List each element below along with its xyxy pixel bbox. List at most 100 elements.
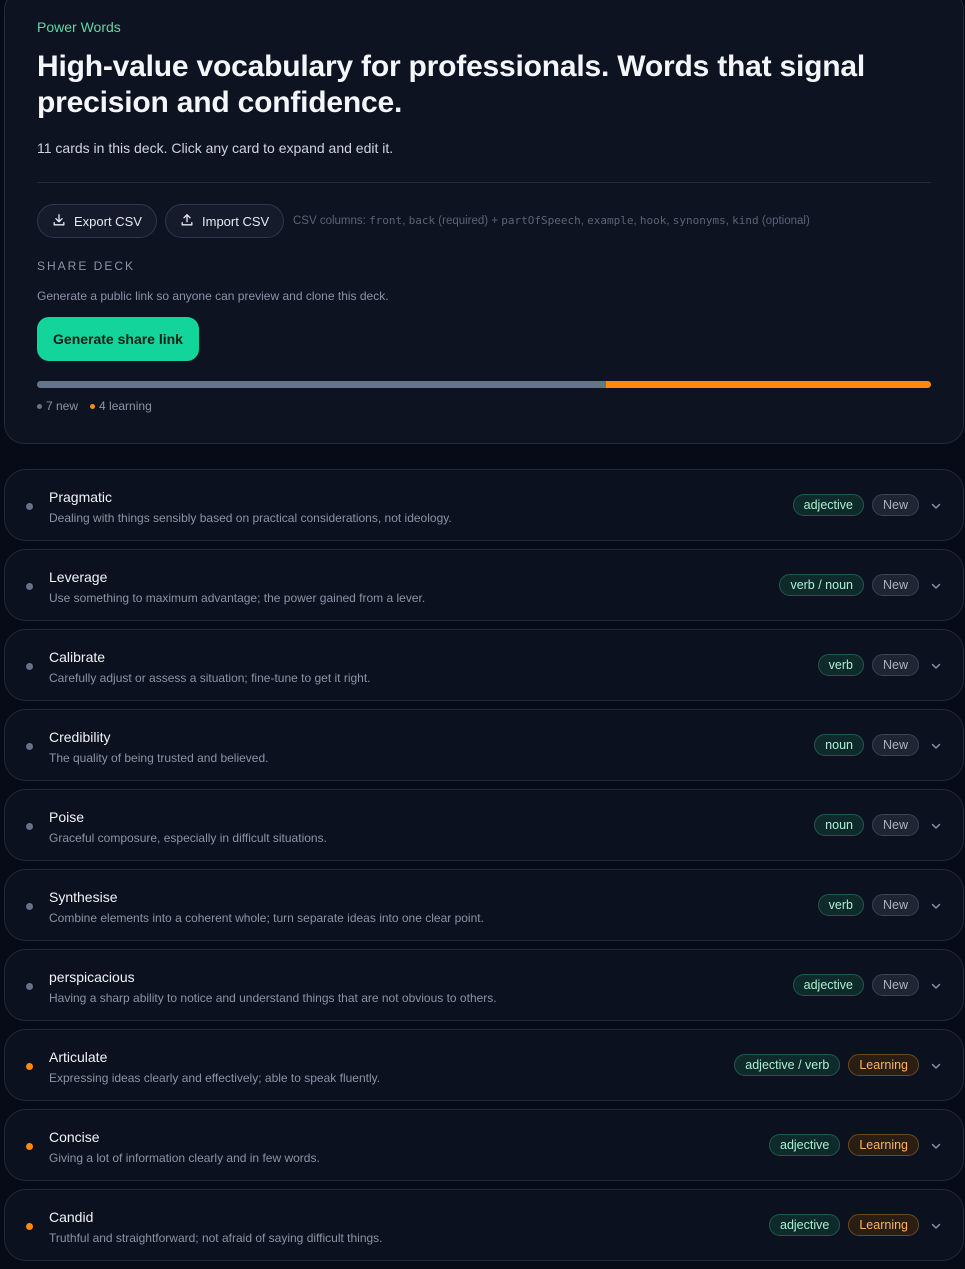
card-word: Pragmatic (49, 489, 113, 505)
card-word: Synthesise (49, 889, 118, 905)
chevron-down-icon[interactable] (929, 899, 943, 913)
card-tags: adjective / verb Learning (734, 1054, 919, 1076)
status-dot-icon (26, 903, 33, 910)
status-badge: New (871, 494, 919, 516)
chevron-down-icon[interactable] (929, 739, 943, 753)
status-badge: New (871, 974, 919, 996)
part-of-speech-badge: verb (817, 654, 864, 676)
part-of-speech-badge: noun (814, 734, 864, 756)
status-badge: New (871, 814, 919, 836)
part-of-speech-badge: verb / noun (779, 574, 864, 596)
csv-col-synonyms: synonyms (672, 214, 726, 227)
deck-subtitle: 11 cards in this deck. Click any card to… (37, 140, 394, 156)
card-definition: Dealing with things sensibly based on pr… (49, 511, 452, 525)
part-of-speech-badge: adjective (769, 1214, 841, 1236)
chevron-down-icon[interactable] (929, 659, 943, 673)
legend-new: 7 new (37, 399, 78, 413)
card-tags: adjective New (792, 974, 919, 996)
deck-label: Power Words (37, 19, 121, 35)
status-dot-icon (26, 663, 33, 670)
card-tags: verb / noun New (779, 574, 919, 596)
chevron-down-icon[interactable] (929, 579, 943, 593)
generate-share-link-button[interactable]: Generate share link (37, 317, 199, 361)
word-card-2[interactable]: Calibrate Carefully adjust or assess a s… (4, 629, 964, 701)
status-badge: Learning (848, 1214, 919, 1236)
csv-columns-hint: CSV columns: front, back (required) + pa… (293, 214, 810, 227)
status-badge: New (871, 574, 919, 596)
card-tags: noun New (814, 814, 919, 836)
deck-header: Power Words High-value vocabulary for pr… (4, 0, 964, 444)
card-definition: Carefully adjust or assess a situation; … (49, 671, 371, 685)
status-dot-icon (26, 503, 33, 510)
export-csv-button[interactable]: Export CSV (37, 204, 157, 238)
card-definition: Expressing ideas clearly and effectively… (49, 1071, 381, 1085)
csv-col-back: back (408, 214, 436, 227)
chevron-down-icon[interactable] (929, 979, 943, 993)
card-word: Credibility (49, 729, 111, 745)
card-tags: adjective New (792, 494, 919, 516)
card-list: Pragmatic Dealing with things sensibly b… (4, 469, 964, 1269)
word-card-6[interactable]: perspicacious Having a sharp ability to … (4, 949, 964, 1021)
import-csv-button[interactable]: Import CSV (165, 204, 285, 238)
card-word: Candid (49, 1209, 94, 1225)
status-badge: New (871, 654, 919, 676)
progress-legend: 7 new 4 learning (37, 399, 152, 413)
learning-dot-icon (90, 403, 96, 409)
card-word: Leverage (49, 569, 108, 585)
chevron-down-icon[interactable] (929, 1139, 943, 1153)
word-card-0[interactable]: Pragmatic Dealing with things sensibly b… (4, 469, 964, 541)
legend-learning: 4 learning (90, 399, 152, 413)
word-card-7[interactable]: Articulate Expressing ideas clearly and … (4, 1029, 964, 1101)
status-dot-icon (26, 1063, 33, 1070)
csv-col-partofspeech: partOfSpeech (501, 214, 581, 227)
download-icon (52, 213, 66, 230)
card-definition: Combine elements into a coherent whole; … (49, 911, 484, 925)
status-dot-icon (26, 1223, 33, 1230)
status-badge: New (871, 894, 919, 916)
word-card-5[interactable]: Synthesise Combine elements into a coher… (4, 869, 964, 941)
status-dot-icon (26, 983, 33, 990)
import-csv-label: Import CSV (202, 213, 270, 229)
part-of-speech-badge: adjective (769, 1134, 841, 1156)
card-word: Articulate (49, 1049, 108, 1065)
card-tags: verb New (817, 654, 919, 676)
card-tags: adjective Learning (769, 1214, 919, 1236)
csv-col-kind: kind (732, 214, 759, 227)
chevron-down-icon[interactable] (929, 499, 943, 513)
card-definition: Use something to maximum advantage; the … (49, 591, 426, 605)
part-of-speech-badge: verb (817, 894, 864, 916)
status-badge: New (871, 734, 919, 756)
card-tags: adjective Learning (769, 1134, 919, 1156)
status-dot-icon (26, 583, 33, 590)
progress-new-segment (37, 381, 606, 388)
card-definition: The quality of being trusted and believe… (49, 751, 269, 765)
card-word: Poise (49, 809, 85, 825)
progress-learning-segment (605, 381, 931, 388)
part-of-speech-badge: adjective / verb (734, 1054, 841, 1076)
new-dot-icon (37, 403, 42, 409)
card-definition: Having a sharp ability to notice and und… (49, 991, 497, 1005)
card-definition: Giving a lot of information clearly and … (49, 1151, 320, 1165)
card-tags: noun New (814, 734, 919, 756)
share-deck-description: Generate a public link so anyone can pre… (37, 289, 389, 303)
csv-col-example: example (587, 214, 634, 227)
word-card-9[interactable]: Candid Truthful and straightforward; not… (4, 1189, 964, 1261)
divider (37, 182, 931, 183)
word-card-3[interactable]: Credibility The quality of being trusted… (4, 709, 964, 781)
status-badge: Learning (848, 1134, 919, 1156)
word-card-1[interactable]: Leverage Use something to maximum advant… (4, 549, 964, 621)
deck-progress-bar (37, 381, 931, 388)
word-card-8[interactable]: Concise Giving a lot of information clea… (4, 1109, 964, 1181)
csv-col-hook: hook (639, 214, 667, 227)
part-of-speech-badge: adjective (792, 494, 864, 516)
chevron-down-icon[interactable] (929, 1059, 943, 1073)
word-card-4[interactable]: Poise Graceful composure, especially in … (4, 789, 964, 861)
status-dot-icon (26, 823, 33, 830)
status-dot-icon (26, 743, 33, 750)
card-word: perspicacious (49, 969, 135, 985)
chevron-down-icon[interactable] (929, 1219, 943, 1233)
card-word: Concise (49, 1129, 100, 1145)
chevron-down-icon[interactable] (929, 819, 943, 833)
part-of-speech-badge: noun (814, 814, 864, 836)
share-deck-heading: SHARE DECK (37, 259, 136, 273)
